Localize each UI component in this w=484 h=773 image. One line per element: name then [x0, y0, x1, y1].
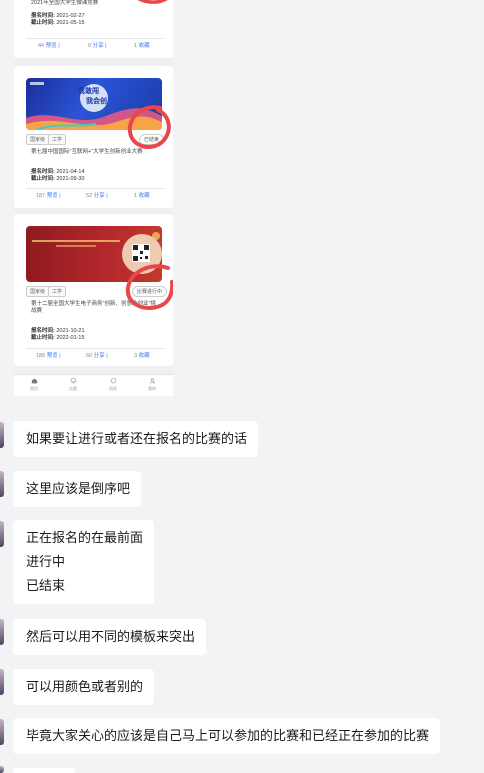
- avatar[interactable]: [0, 471, 4, 497]
- chat-message: 正在报名的在最前面 进行中 已结束: [13, 520, 154, 604]
- card-dates: 报名时间: 2021-10-21 截止时间: 2022-01-15: [31, 328, 85, 341]
- avatar[interactable]: [0, 619, 4, 645]
- card-dates: 报名时间: 2021-04-14 截止时间: 2021-09-30: [31, 169, 85, 182]
- tag-level: 国家级: [26, 286, 50, 297]
- trophy-icon: [70, 378, 76, 384]
- avatar[interactable]: [0, 669, 4, 695]
- avatar[interactable]: [0, 521, 4, 547]
- preview-link[interactable]: 186 预览 |: [36, 351, 61, 359]
- avatar[interactable]: [0, 719, 4, 745]
- chat-message: 如果要让进行或者还在报名的比赛的话: [13, 421, 258, 457]
- card-banner: 我敢闯 我会创: [26, 78, 162, 130]
- chat-message-partial: [13, 768, 76, 773]
- status-badge: 比赛进行中: [132, 286, 168, 297]
- card-stats: 186 预览 | 60 分享 | 3 收藏: [26, 348, 164, 359]
- avatar[interactable]: [0, 422, 4, 448]
- app-screenshot: 2021年全国大学生微课竞赛 报名时间: 2021-02-27 截止时间: 20…: [14, 0, 173, 396]
- home-icon: [31, 378, 37, 384]
- tag-field: 工学: [48, 286, 67, 297]
- chat-message: 然后可以用不同的模板来突出: [13, 619, 206, 655]
- nav-item-messages[interactable]: 消息: [103, 378, 123, 392]
- card-title: 第十二届全国大学生电子商务"创新、创意及创业"挑战赛: [31, 301, 156, 314]
- card-banner: [26, 226, 162, 282]
- card-title: 2021年全国大学生微课竞赛: [31, 0, 99, 6]
- user-icon: [149, 378, 155, 384]
- share-link[interactable]: 52 分享 |: [86, 191, 108, 199]
- card-stats: 187 预览 | 52 分享 | 1 收藏: [26, 188, 164, 199]
- nav-item-competitions[interactable]: 比赛: [63, 378, 83, 392]
- bottom-nav: 首页 比赛 消息 我的: [14, 374, 173, 396]
- nav-item-profile[interactable]: 我的: [142, 378, 162, 392]
- banner-slogan-1: 我敢闯: [78, 86, 99, 95]
- tag-level: 国家级: [26, 134, 50, 145]
- card-title: 第七届中国国际"互联网+"大学生创新创业大赛: [31, 149, 143, 155]
- card-dates: 报名时间: 2021-02-27 截止时间: 2021-05-15: [31, 13, 85, 26]
- banner-artwork: [32, 232, 162, 274]
- competition-card[interactable]: 国家级 工学 比赛进行中 第十二届全国大学生电子商务"创新、创意及创业"挑战赛 …: [14, 214, 173, 366]
- status-badge: 已结束: [139, 134, 165, 145]
- share-link[interactable]: 0 分享 |: [88, 41, 107, 49]
- tag-row: 国家级 工学 比赛进行中: [26, 286, 168, 297]
- card-stats: 44 预览 | 0 分享 | 1 收藏: [26, 38, 164, 49]
- tag-row: 国家级 工学 已结束: [26, 134, 165, 145]
- preview-link[interactable]: 44 预览 |: [38, 41, 60, 49]
- share-link[interactable]: 60 分享 |: [86, 351, 108, 359]
- banner-slogan-2: 我会创: [86, 96, 107, 105]
- competition-card[interactable]: 2021年全国大学生微课竞赛 报名时间: 2021-02-27 截止时间: 20…: [14, 0, 173, 58]
- preview-link[interactable]: 187 预览 |: [36, 191, 61, 199]
- message-icon: [110, 378, 116, 384]
- tag-field: 工学: [48, 134, 67, 145]
- chat-message: 这里应该是倒序吧: [13, 471, 141, 507]
- chat-message: 毕竟大家关心的应该是自己马上可以参加的比赛和已经正在参加的比赛: [13, 718, 440, 754]
- nav-item-home[interactable]: 首页: [24, 378, 44, 392]
- favorite-link[interactable]: 1 收藏: [134, 191, 150, 199]
- avatar[interactable]: [0, 766, 4, 773]
- competition-card[interactable]: 我敢闯 我会创 国家级 工学 已结束 第七届中国国际"互联网+"大学生创新创业大…: [14, 66, 173, 208]
- chat-message: 可以用颜色或者别的: [13, 669, 154, 705]
- favorite-link[interactable]: 1 收藏: [134, 41, 150, 49]
- favorite-link[interactable]: 3 收藏: [134, 351, 150, 359]
